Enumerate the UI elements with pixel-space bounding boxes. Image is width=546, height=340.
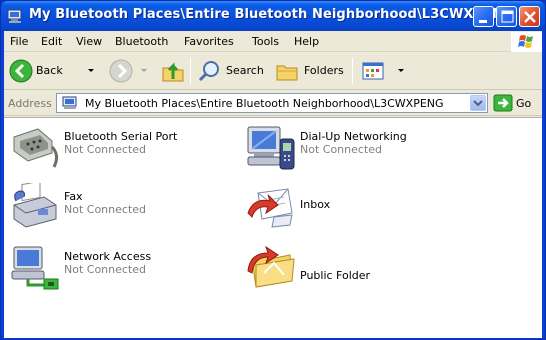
maximize-icon <box>501 10 514 23</box>
address-field[interactable]: My Bluetooth Places\Entire Bluetooth Nei… <box>56 93 488 113</box>
list-item-network-access[interactable]: Network Access Not Connected <box>8 243 238 295</box>
inbox-icon <box>247 188 293 228</box>
item-status: Not Connected <box>64 263 147 276</box>
views-button[interactable] <box>360 56 406 86</box>
item-name: Public Folder <box>300 269 371 282</box>
list-item-fax[interactable]: Fax Not Connected <box>8 183 238 235</box>
go-arrow-icon <box>493 94 513 112</box>
menu-help[interactable]: Help <box>294 35 319 48</box>
menu-view[interactable]: View <box>76 35 102 48</box>
folders-label: Folders <box>304 64 344 77</box>
title-bar[interactable]: My Bluetooth Places\Entire Bluetooth Nei… <box>1 1 545 31</box>
back-button[interactable]: Back <box>8 56 100 86</box>
dial-up-networking-icon <box>247 126 295 170</box>
window-title: My Bluetooth Places\Entire Bluetooth Nei… <box>29 7 514 22</box>
up-folder-button[interactable] <box>160 56 186 86</box>
chevron-down-icon <box>473 100 483 107</box>
menu-bar: File Edit View Bluetooth Favorites Tools… <box>4 31 542 52</box>
standard-toolbar: Back Search Folders <box>4 52 542 90</box>
back-dropdown-arrow[interactable] <box>88 69 94 72</box>
fax-icon <box>13 183 57 228</box>
windows-logo <box>511 32 542 52</box>
folders-icon <box>276 65 298 81</box>
network-access-icon <box>11 246 59 290</box>
address-dropdown-button[interactable] <box>470 95 486 111</box>
menu-bluetooth[interactable]: Bluetooth <box>115 35 168 48</box>
back-arrow-icon <box>9 59 33 83</box>
search-button[interactable]: Search <box>196 56 266 86</box>
item-name: Dial-Up Networking <box>300 130 407 143</box>
search-icon <box>198 61 219 82</box>
minimize-button[interactable] <box>473 6 494 27</box>
bluetooth-places-icon <box>62 96 77 109</box>
menu-tools[interactable]: Tools <box>252 35 279 48</box>
address-value: My Bluetooth Places\Entire Bluetooth Nei… <box>85 97 444 110</box>
list-item-dial-up-networking[interactable]: Dial-Up Networking Not Connected <box>244 123 474 175</box>
item-status: Not Connected <box>300 143 383 156</box>
toolbar-separator <box>190 58 191 84</box>
item-name: Bluetooth Serial Port <box>64 130 178 143</box>
serial-port-icon <box>13 128 59 168</box>
views-icon <box>362 62 384 80</box>
public-folder-icon <box>247 245 295 288</box>
item-name: Fax <box>64 190 83 203</box>
forward-button[interactable] <box>108 56 152 86</box>
go-label[interactable]: Go <box>516 97 531 110</box>
close-icon <box>524 11 536 23</box>
toolbar-separator <box>352 58 353 84</box>
address-label: Address <box>8 97 52 110</box>
forward-dropdown-arrow[interactable] <box>141 69 147 72</box>
menu-edit[interactable]: Edit <box>41 35 62 48</box>
go-button[interactable] <box>493 94 513 112</box>
item-name: Inbox <box>300 198 331 211</box>
forward-arrow-icon <box>109 59 133 83</box>
minimize-icon <box>479 20 487 23</box>
item-name: Network Access <box>64 250 152 263</box>
search-label: Search <box>226 64 264 77</box>
maximize-button[interactable] <box>496 6 517 27</box>
explorer-window: My Bluetooth Places\Entire Bluetooth Nei… <box>0 0 546 340</box>
list-item-inbox[interactable]: Inbox <box>244 183 474 235</box>
item-status: Not Connected <box>64 203 147 216</box>
bluetooth-places-icon <box>7 9 22 23</box>
client-area: File Edit View Bluetooth Favorites Tools… <box>4 31 542 338</box>
up-folder-icon <box>162 62 184 82</box>
address-bar: Address My Bluetooth Places\Entire Bluet… <box>4 91 542 116</box>
item-status: Not Connected <box>64 143 147 156</box>
menu-favorites[interactable]: Favorites <box>184 35 234 48</box>
list-item-public-folder[interactable]: Public Folder <box>244 243 474 295</box>
back-label: Back <box>36 64 63 77</box>
views-dropdown-arrow[interactable] <box>398 69 404 72</box>
list-item-bluetooth-serial-port[interactable]: Bluetooth Serial Port Not Connected <box>8 123 238 175</box>
folders-button[interactable]: Folders <box>274 56 346 86</box>
close-button[interactable] <box>519 6 540 27</box>
file-view: Bluetooth Serial Port Not Connected Dial… <box>4 117 542 338</box>
menu-file[interactable]: File <box>10 35 28 48</box>
